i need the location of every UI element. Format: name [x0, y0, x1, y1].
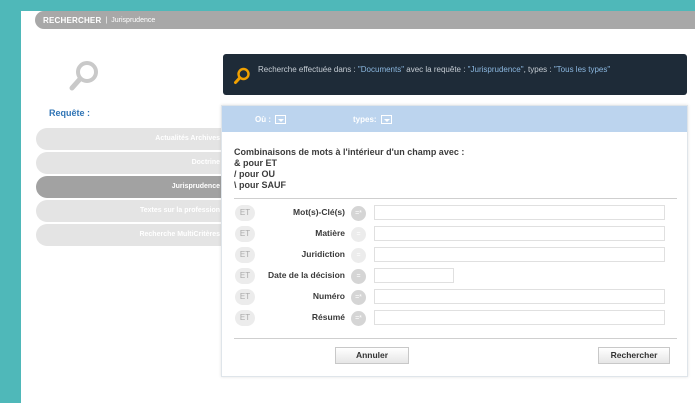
summary-text-part: , types :: [523, 65, 554, 74]
field-row-resume: ET Résumé =*: [234, 310, 677, 326]
juridiction-input[interactable]: [374, 247, 665, 262]
summary-text-part: Recherche effectuée dans :: [258, 65, 358, 74]
search-button[interactable]: Rechercher: [598, 347, 670, 364]
summary-documents: "Documents": [357, 65, 405, 74]
sidebar-item-recherche-multicriteres[interactable]: Recherche MultiCritères: [36, 224, 223, 246]
et-toggle[interactable]: ET: [235, 247, 255, 263]
et-toggle[interactable]: ET: [235, 310, 255, 326]
field-label: Juridiction: [301, 249, 345, 259]
numero-input[interactable]: [374, 289, 665, 304]
operator-button[interactable]: =: [351, 227, 366, 242]
help-line: \ pour SAUF: [234, 180, 286, 190]
divider: [234, 338, 677, 339]
help-line: / pour OU: [234, 169, 275, 179]
et-toggle[interactable]: ET: [235, 268, 255, 284]
sidebar-item-textes-profession[interactable]: Textes sur la profession: [36, 200, 223, 222]
field-label: Date de la décision: [268, 270, 345, 280]
ou-label: Où :: [255, 114, 271, 124]
field-label: Numéro: [312, 291, 345, 301]
summary-query: "Jurisprudence": [467, 65, 524, 74]
summary-text-part: avec la requête :: [404, 65, 468, 74]
field-row-mots-cles: ET Mot(s)-Clé(s) =*: [234, 205, 677, 221]
matiere-input[interactable]: [374, 226, 665, 241]
page: RECHERCHER | Jurisprudence Requête : Act…: [21, 11, 695, 403]
dropdown-icon[interactable]: [380, 114, 392, 124]
search-summary-banner: Recherche effectuée dans : "Documents" a…: [223, 54, 687, 95]
operators-help: Combinaisons de mots à l'intérieur d'un …: [234, 147, 464, 191]
sidebar-item-actualites-archives[interactable]: Actualités Archives: [36, 128, 223, 150]
field-row-numero: ET Numéro =*: [234, 289, 677, 305]
sidebar-item-jurisprudence[interactable]: Jurisprudence: [36, 176, 223, 198]
field-label: Matière: [315, 228, 345, 238]
help-line: Combinaisons de mots à l'intérieur d'un …: [234, 147, 465, 157]
sidebar-item-doctrine[interactable]: Doctrine: [36, 152, 223, 174]
operator-button[interactable]: =*: [351, 290, 366, 305]
ou-dropdown[interactable]: Où :: [255, 114, 286, 124]
search-icon: [69, 61, 98, 91]
operator-button[interactable]: =*: [351, 311, 366, 326]
sidebar: Actualités Archives Doctrine Jurispruden…: [36, 128, 223, 248]
brand-label[interactable]: RECHERCHER: [43, 16, 101, 25]
breadcrumb-current: Jurisprudence: [111, 16, 156, 24]
mots-cles-input[interactable]: [374, 205, 665, 220]
field-label: Résumé: [311, 312, 345, 322]
breadcrumb-separator: |: [105, 16, 108, 24]
summary-types: "Tous les types": [553, 65, 611, 74]
et-toggle[interactable]: ET: [235, 289, 255, 305]
search-form-panel: Où : types: Combinaisons de mots à l'int…: [221, 105, 688, 377]
operator-button[interactable]: =: [351, 269, 366, 284]
form-header: Où : types:: [222, 106, 687, 132]
et-toggle[interactable]: ET: [235, 226, 255, 242]
operator-button[interactable]: =*: [351, 206, 366, 221]
resume-input[interactable]: [374, 310, 665, 325]
cancel-button[interactable]: Annuler: [335, 347, 409, 364]
help-line: & pour ET: [234, 158, 277, 168]
breadcrumb-bar: RECHERCHER | Jurisprudence: [35, 11, 695, 29]
field-row-juridiction: ET Juridiction =: [234, 247, 677, 263]
field-row-date-decision: ET Date de la décision =: [234, 268, 677, 284]
search-summary-text: Recherche effectuée dans : "Documents" a…: [258, 65, 610, 74]
field-label: Mot(s)-Clé(s): [293, 207, 345, 217]
et-toggle[interactable]: ET: [235, 205, 255, 221]
field-row-matiere: ET Matière =: [234, 226, 677, 242]
search-icon: [234, 67, 250, 84]
dropdown-icon[interactable]: [275, 114, 286, 124]
divider: [234, 198, 677, 199]
types-label: types:: [353, 114, 377, 124]
types-dropdown[interactable]: types:: [353, 114, 392, 124]
requete-label: Requête :: [49, 108, 91, 118]
operator-button[interactable]: =: [351, 248, 366, 263]
date-decision-input[interactable]: [374, 268, 454, 283]
